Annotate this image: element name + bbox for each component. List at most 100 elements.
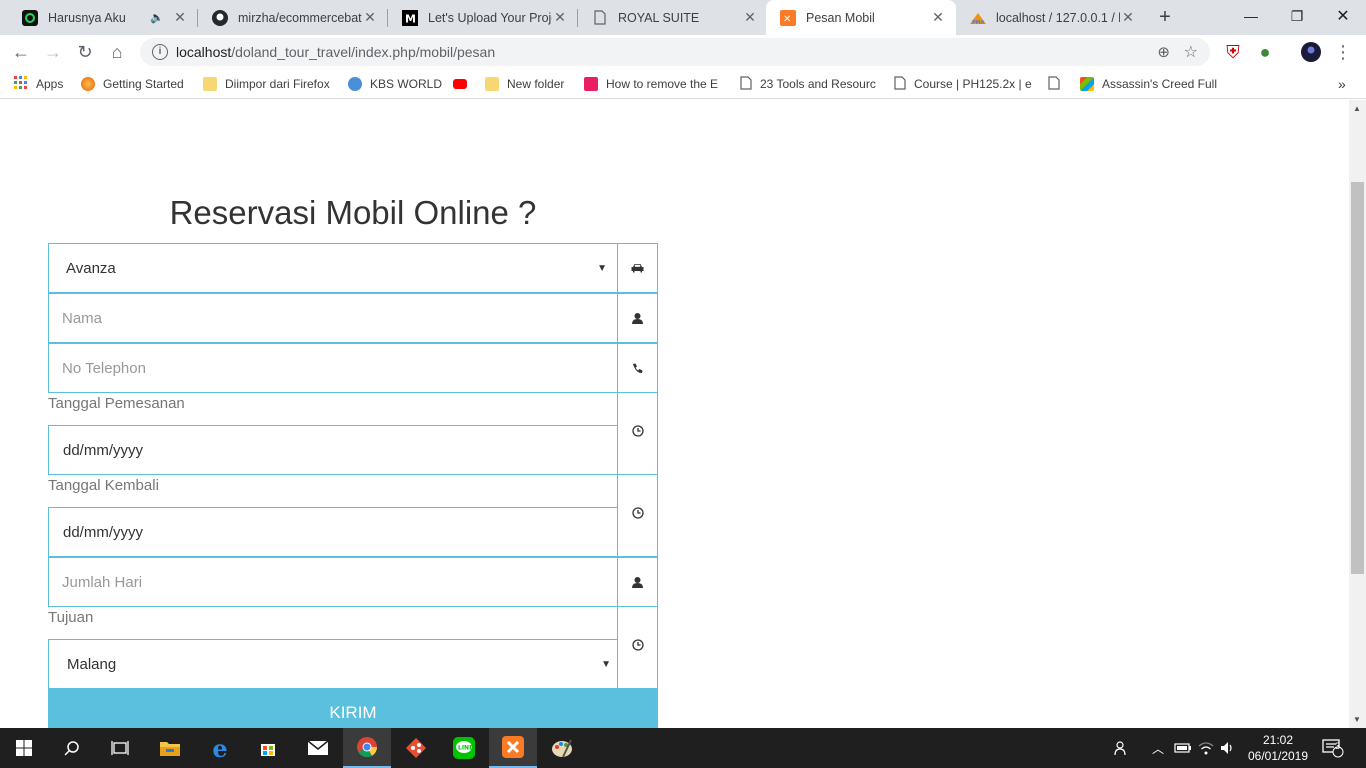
- bookmark-untitled[interactable]: [1048, 75, 1060, 93]
- bookmark-new-folder[interactable]: New folder: [485, 75, 564, 93]
- windows-taskbar: e LINE ︿ 21:02 06/01/2019 3: [0, 728, 1366, 768]
- bookmarks-bar: Apps Getting Started Diimpor dari Firefo…: [0, 69, 1366, 99]
- address-bar[interactable]: i localhost/doland_tour_travel/index.php…: [140, 38, 1210, 66]
- scrollbar-thumb[interactable]: [1351, 182, 1364, 574]
- extension-globe-icon[interactable]: ●: [1252, 39, 1278, 65]
- start-icon[interactable]: [0, 728, 48, 768]
- maximize-button[interactable]: ❐: [1274, 0, 1320, 32]
- bookmark-label: Assassin's Creed Full: [1102, 77, 1217, 91]
- speaker-icon[interactable]: 🔈: [150, 11, 164, 24]
- file-explorer-icon[interactable]: [146, 728, 194, 768]
- medium-icon: M: [402, 9, 418, 26]
- wifi-icon[interactable]: [1198, 728, 1214, 768]
- bookmark-youtube[interactable]: [453, 75, 475, 93]
- tab-title: Pesan Mobil: [806, 10, 875, 25]
- tab-title: localhost / 127.0.0.1 / b: [996, 10, 1120, 25]
- tab-pesan-mobil[interactable]: ✕ Pesan Mobil ✕: [766, 0, 956, 35]
- task-view-icon[interactable]: [96, 728, 144, 768]
- store-icon[interactable]: [244, 728, 292, 768]
- edge-icon[interactable]: e: [196, 728, 244, 768]
- git-icon[interactable]: [392, 728, 440, 768]
- tujuan-select[interactable]: Malang ▼: [48, 639, 618, 689]
- clock-icon: [617, 474, 658, 557]
- tanggal-pemesanan-input[interactable]: dd/mm/yyyy: [48, 425, 618, 475]
- home-button[interactable]: ⌂: [104, 39, 130, 65]
- scroll-down-icon[interactable]: ▼: [1353, 715, 1361, 724]
- chevron-down-icon: ▼: [597, 262, 607, 274]
- notification-center-icon[interactable]: 3: [1322, 728, 1344, 768]
- url-path: /doland_tour_travel/index.php/mobil/pesa…: [231, 44, 496, 60]
- bookmark-kbs-world[interactable]: KBS WORLD: [348, 75, 442, 93]
- reload-button[interactable]: ↻: [72, 39, 98, 65]
- extension-shield-icon[interactable]: ⛨: [1220, 39, 1246, 65]
- battery-icon[interactable]: [1174, 728, 1192, 768]
- bookmark-label: Getting Started: [103, 77, 184, 91]
- system-clock[interactable]: 21:02 06/01/2019: [1240, 732, 1316, 764]
- profile-avatar[interactable]: [1298, 39, 1324, 65]
- back-button[interactable]: ←: [8, 39, 34, 65]
- apps-grid-icon: [14, 75, 28, 93]
- bookmark-label: 23 Tools and Resourc: [760, 77, 876, 91]
- user-icon: [617, 558, 657, 606]
- volume-icon[interactable]: [1220, 728, 1236, 768]
- youtube-icon: [453, 79, 467, 89]
- close-tab-icon[interactable]: ✕: [930, 9, 946, 26]
- tanggal-kembali-input[interactable]: dd/mm/yyyy: [48, 507, 618, 557]
- document-icon: [592, 10, 608, 26]
- close-tab-icon[interactable]: ✕: [1120, 9, 1136, 26]
- bookmark-label: How to remove the E: [606, 77, 719, 91]
- notification-count: 3: [1335, 741, 1341, 751]
- car-select[interactable]: Avanza ▼: [49, 244, 617, 292]
- bookmarks-overflow-icon[interactable]: »: [1338, 75, 1346, 93]
- bookmark-course[interactable]: Course | PH125.2x | e: [894, 75, 1032, 93]
- close-tab-icon[interactable]: ✕: [172, 9, 188, 26]
- close-tab-icon[interactable]: ✕: [552, 9, 568, 26]
- tab-phpmyadmin[interactable]: PMA localhost / 127.0.0.1 / b ✕: [956, 0, 1146, 35]
- tab-royal-suite[interactable]: ROYAL SUITE ✕: [578, 0, 768, 35]
- new-tab-button[interactable]: +: [1154, 6, 1176, 28]
- minimize-button[interactable]: —: [1228, 0, 1274, 32]
- paint-icon[interactable]: [538, 728, 586, 768]
- scroll-up-icon[interactable]: ▲: [1353, 104, 1361, 113]
- page-content: Reservasi Mobil Online ? Avanza ▼ Nama N…: [0, 100, 1366, 728]
- nama-input[interactable]: Nama: [49, 294, 617, 342]
- kirim-button[interactable]: KIRIM: [48, 688, 658, 728]
- chevron-up-icon[interactable]: ︿: [1152, 728, 1164, 768]
- jumlah-hari-row: Jumlah Hari: [48, 557, 658, 607]
- bookmark-getting-started[interactable]: Getting Started: [81, 75, 184, 93]
- people-icon[interactable]: [1114, 728, 1130, 768]
- svg-text:LINE: LINE: [458, 745, 473, 752]
- bookmark-23-tools[interactable]: 23 Tools and Resourc: [740, 75, 876, 93]
- jumlah-hari-input[interactable]: Jumlah Hari: [49, 558, 617, 606]
- document-icon: [894, 75, 906, 93]
- bookmark-how-to-remove[interactable]: How to remove the E: [584, 75, 718, 93]
- close-tab-icon[interactable]: ✕: [742, 9, 758, 26]
- bookmark-star-icon[interactable]: ☆: [1184, 42, 1198, 62]
- chrome-icon[interactable]: [343, 728, 391, 768]
- svg-text:✕: ✕: [783, 14, 791, 25]
- windows-icon: [1080, 77, 1094, 91]
- tab-title: Harusnya Aku: [48, 10, 126, 25]
- svg-text:M: M: [405, 12, 416, 25]
- close-window-button[interactable]: ✕: [1320, 0, 1366, 32]
- mail-icon[interactable]: [294, 728, 342, 768]
- tab-harusnya-aku[interactable]: Harusnya Aku 🔈 ✕: [8, 0, 198, 35]
- zoom-icon[interactable]: ⊕: [1157, 43, 1170, 61]
- line-icon[interactable]: LINE: [440, 728, 488, 768]
- url-host: localhost: [176, 44, 232, 60]
- menu-icon[interactable]: ⋮: [1330, 39, 1356, 65]
- bookmark-assassins-creed[interactable]: Assassin's Creed Full: [1080, 75, 1217, 93]
- page-scrollbar[interactable]: ▲ ▼: [1349, 100, 1366, 728]
- bookmark-diimpor[interactable]: Diimpor dari Firefox: [203, 75, 330, 93]
- folder-icon: [203, 77, 217, 91]
- xampp-icon[interactable]: [489, 728, 537, 768]
- search-icon[interactable]: [48, 728, 96, 768]
- tab-github[interactable]: mirzha/ecommercebati ✕: [198, 0, 388, 35]
- info-icon[interactable]: i: [152, 44, 168, 60]
- telephon-input[interactable]: No Telephon: [49, 344, 617, 392]
- bookmark-apps[interactable]: Apps: [14, 75, 63, 93]
- close-tab-icon[interactable]: ✕: [362, 9, 378, 26]
- telephon-row: No Telephon: [48, 343, 658, 393]
- forward-button[interactable]: →: [40, 39, 66, 65]
- tab-medium[interactable]: M Let's Upload Your Proje ✕: [388, 0, 578, 35]
